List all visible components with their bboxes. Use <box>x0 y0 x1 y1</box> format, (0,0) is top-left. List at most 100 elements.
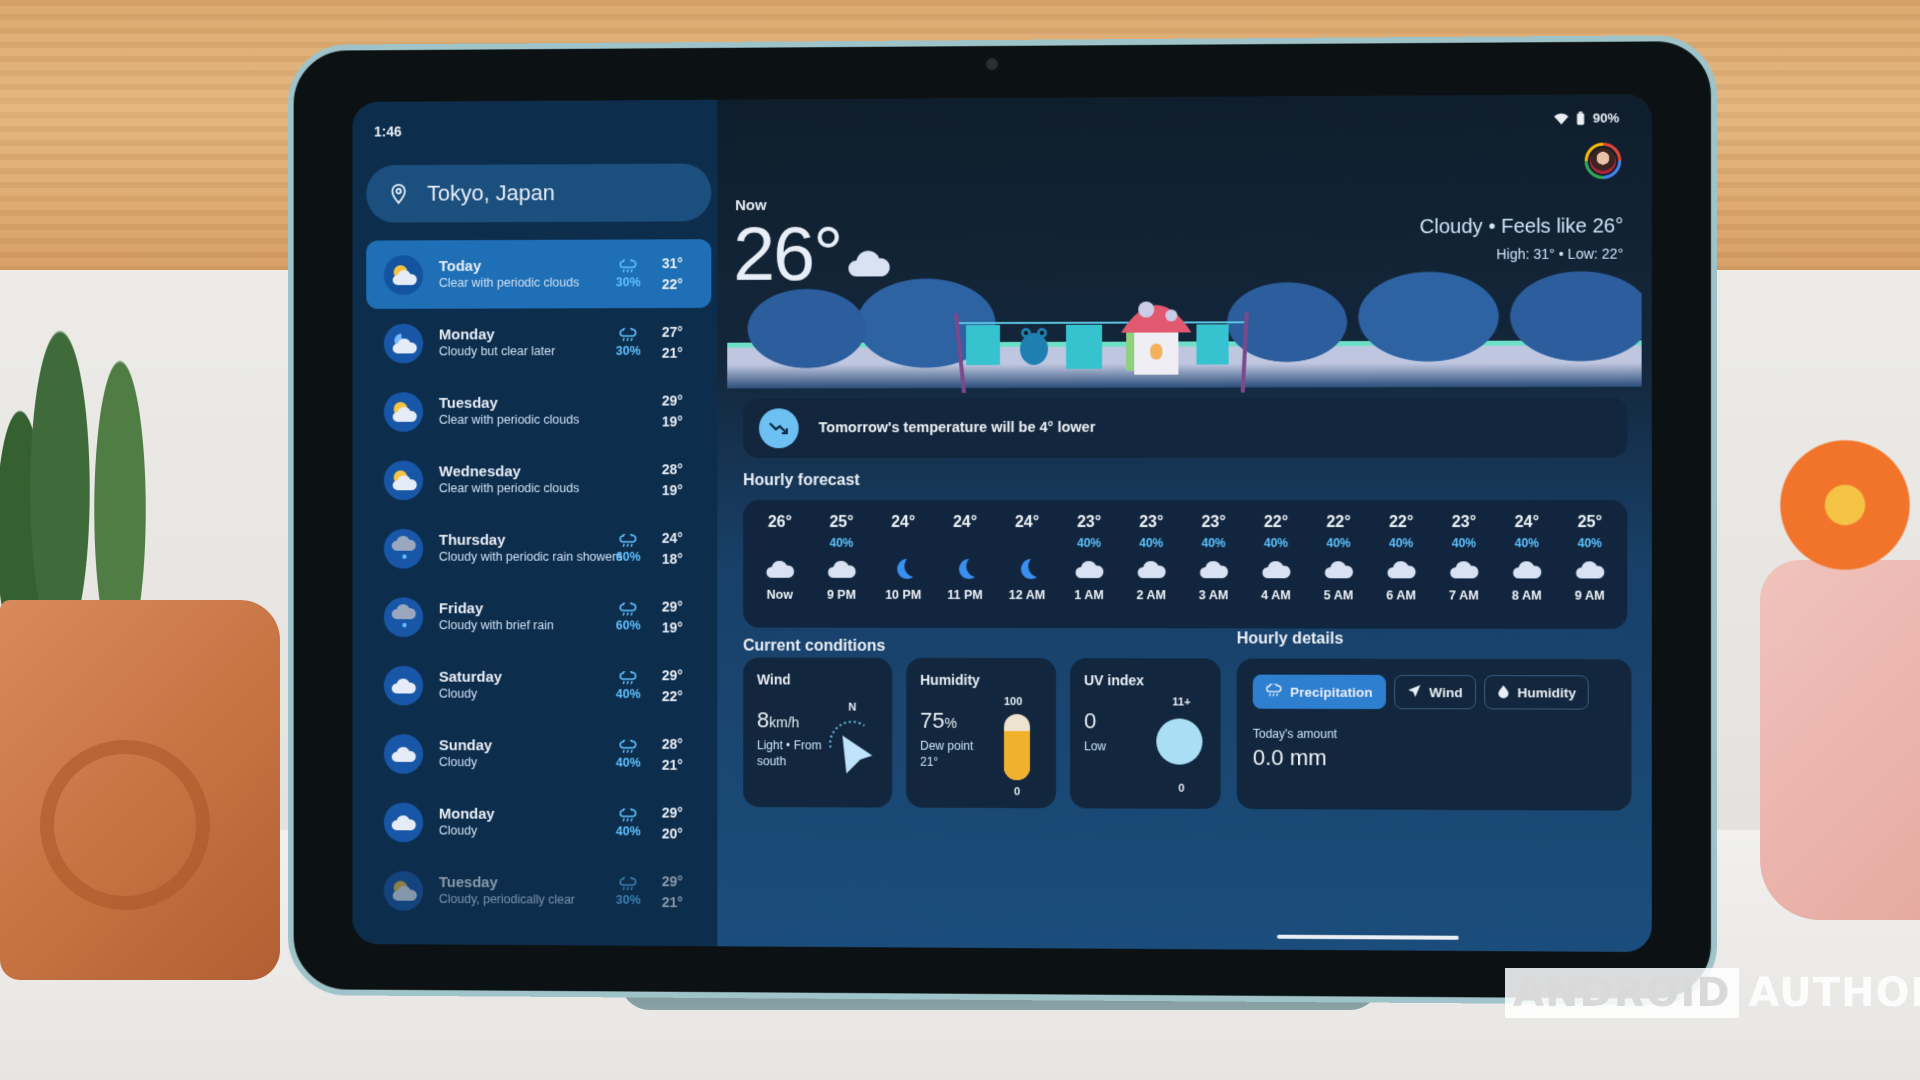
hour-temp: 24° <box>1014 513 1040 532</box>
hourly-item[interactable]: 23° 40% 1 AM <box>1059 514 1119 624</box>
watermark: ANDROIDAUTHORITY <box>1505 968 1920 1018</box>
day-name: Sunday <box>438 737 493 755</box>
hourly-forecast-strip[interactable]: 26° Now 25° 40% 9 PM 24° 10 PM 24° 11 PM… <box>743 499 1628 629</box>
location-pin-icon <box>388 183 410 205</box>
high-temp: 24° <box>661 530 683 547</box>
location-search-bar[interactable]: Tokyo, Japan <box>366 163 712 223</box>
day-temps: 29° 22° <box>662 665 683 705</box>
daily-forecast-item[interactable]: Saturday Cloudy 40% 29° 22° <box>366 651 711 720</box>
uv-scale-min: 0 <box>1178 782 1185 795</box>
trending-down-icon <box>758 408 799 449</box>
precip-chance: 30% <box>610 327 646 357</box>
wind-card[interactable]: Wind 8km/h Light • From south N <box>743 657 893 808</box>
hourly-item[interactable]: 25° 40% 9 AM <box>1559 514 1620 625</box>
daily-forecast-item[interactable]: Tuesday Cloudy, periodically clear 30% 2… <box>366 856 711 926</box>
rain-icon <box>610 739 646 753</box>
precip-chance: 30% <box>610 259 646 289</box>
tablet-device: 1:46 Tokyo, Japan Today Clear with perio… <box>287 34 1718 1006</box>
pot-flower-emboss <box>40 740 210 910</box>
high-temp: 27° <box>661 324 683 341</box>
hour-temp: 24° <box>952 514 978 531</box>
moon-icon <box>997 556 1057 582</box>
low-temp: 21° <box>661 893 683 910</box>
cloud-icon <box>750 556 810 582</box>
daily-forecast-item[interactable]: Friday Cloudy with brief rain 60% 29° 19… <box>366 582 711 651</box>
tab-wind[interactable]: Wind <box>1393 674 1476 710</box>
hour-label: 9 PM <box>826 587 856 602</box>
hourly-item[interactable]: 24° 10 PM <box>873 514 933 624</box>
hour-precip: 40% <box>1077 536 1102 551</box>
precip-chance: 40% <box>610 671 646 701</box>
battery-icon <box>1577 111 1585 125</box>
tab-humidity[interactable]: Humidity <box>1483 675 1590 710</box>
humidity-gauge-fill <box>1003 730 1030 781</box>
hour-temp: 22° <box>1263 513 1289 532</box>
account-avatar[interactable] <box>1584 142 1622 180</box>
hour-precip: 40% <box>1201 536 1226 551</box>
daily-forecast-item[interactable]: Monday Cloudy but clear later 30% 27° 21… <box>366 308 711 377</box>
cloud-icon <box>1559 556 1620 582</box>
frog-character-illustration <box>1019 327 1048 365</box>
navigation-arrow-icon <box>1407 683 1421 700</box>
day-description: Cloudy <box>438 754 478 769</box>
hour-temp: 24° <box>891 514 916 531</box>
uv-index-card[interactable]: UV index 0 Low 11+ 0 <box>1070 658 1221 809</box>
daily-forecast-item[interactable]: Wednesday Clear with periodic clouds 28°… <box>366 445 711 514</box>
hourly-item[interactable]: 22° 40% 6 AM <box>1371 514 1432 625</box>
gesture-home-bar[interactable] <box>1276 934 1459 940</box>
daily-forecast-item[interactable]: Tuesday Clear with periodic clouds 29° 1… <box>366 377 711 446</box>
precip-chance: 40% <box>610 739 646 769</box>
hour-temp: 23° <box>1451 513 1477 532</box>
hourly-item[interactable]: 22° 40% 4 AM <box>1246 514 1306 624</box>
daily-forecast-item[interactable]: Sunday Cloudy 40% 28° 21° <box>366 719 711 789</box>
wind-direction-icon <box>825 718 873 774</box>
hourly-item[interactable]: 23° 40% 2 AM <box>1121 514 1181 624</box>
high-low-temps: High: 31° • Low: 22° <box>1496 245 1624 263</box>
current-weather-area: 90% Now 26° Cloudy • Feels like 26° High… <box>717 93 1652 953</box>
front-camera <box>986 57 998 71</box>
hourly-item[interactable]: 23° 40% 7 AM <box>1434 514 1495 625</box>
tab-label: Humidity <box>1517 684 1576 701</box>
hour-precip: 40% <box>829 535 854 550</box>
tab-precipitation[interactable]: Precipitation <box>1252 674 1386 710</box>
daily-forecast-item[interactable]: Today Clear with periodic clouds 30% 31°… <box>366 239 712 309</box>
partly-cloudy-icon <box>383 391 424 432</box>
hourly-forecast-title: Hourly forecast <box>743 472 860 490</box>
high-temp: 28° <box>661 461 683 478</box>
day-description: Cloudy <box>438 823 478 838</box>
hourly-item[interactable]: 25° 40% 9 PM <box>812 514 872 624</box>
hourly-item[interactable]: 26° Now <box>750 514 810 624</box>
dew-point: Dew point 21° <box>920 738 974 769</box>
system-status: 90% <box>1554 110 1619 126</box>
day-description: Clear with periodic clouds <box>438 412 580 427</box>
hourly-item[interactable]: 24° 11 PM <box>935 514 995 624</box>
humidity-card[interactable]: Humidity 75% Dew point 21° 100 0 <box>906 657 1057 809</box>
rain-icon <box>1266 683 1282 700</box>
rain-icon <box>610 533 646 547</box>
hourly-item[interactable]: 24° 12 AM <box>997 514 1057 624</box>
cloud-icon <box>383 801 424 842</box>
hour-temp: 25° <box>829 514 854 531</box>
hour-temp: 22° <box>1388 513 1414 532</box>
temperature-insight-card[interactable]: Tomorrow's temperature will be 4° lower <box>743 396 1628 459</box>
rain-icon <box>610 671 646 685</box>
daily-forecast-item[interactable]: Monday Cloudy 40% 29° 20° <box>366 788 711 858</box>
hour-label: Now <box>766 587 793 602</box>
day-name: Monday <box>438 805 495 823</box>
hourly-item[interactable]: 22° 40% 5 AM <box>1308 514 1369 625</box>
day-name: Friday <box>438 600 484 618</box>
hourly-item[interactable]: 24° 40% 8 AM <box>1496 514 1557 625</box>
day-description: Cloudy with brief rain <box>438 618 554 633</box>
low-temp: 22° <box>661 275 683 292</box>
hourly-item[interactable]: 23° 40% 3 AM <box>1183 514 1243 624</box>
pink-pot <box>1760 560 1920 920</box>
high-temp: 31° <box>661 255 683 272</box>
daily-forecast-item[interactable]: Thursday Cloudy with periodic rain showe… <box>366 514 711 583</box>
droplet-icon <box>1497 684 1509 701</box>
partly-cloudy-icon <box>383 870 424 911</box>
cloud-icon <box>1371 556 1432 582</box>
hour-precip: 40% <box>1577 536 1602 551</box>
cloud-icon <box>1496 556 1557 582</box>
day-description: Cloudy but clear later <box>438 344 556 359</box>
high-temp: 29° <box>661 392 683 409</box>
